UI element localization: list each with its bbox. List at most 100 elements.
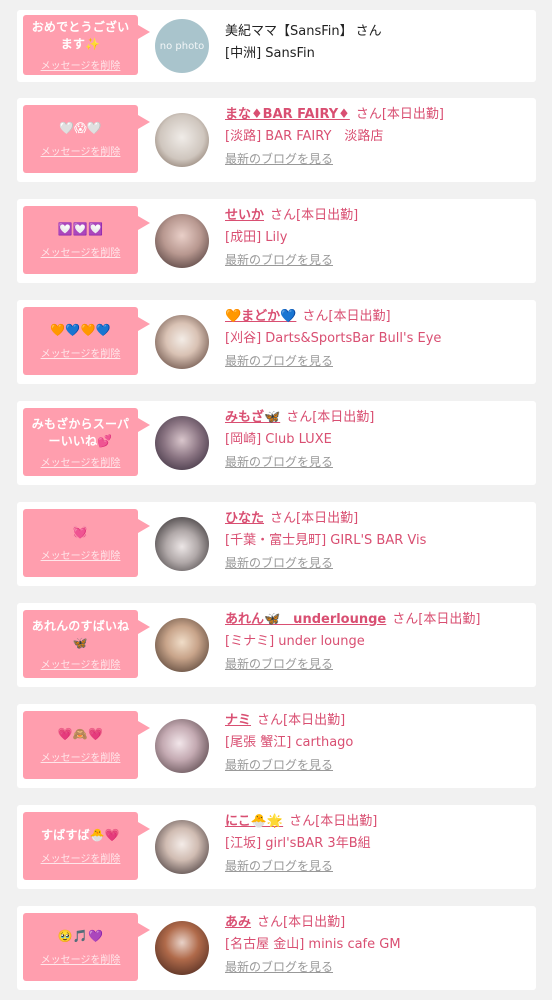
shop-label: [岡崎] Club LUXE [225, 432, 332, 447]
message-bubble: 💓 メッセージを削除 [23, 509, 150, 577]
message-bubble: 💟💟💟 メッセージを削除 [23, 206, 150, 274]
avatar[interactable] [155, 113, 209, 167]
delete-message-link[interactable]: メッセージを削除 [41, 850, 121, 865]
list-item: すばすば🐣💗 メッセージを削除 にこ🐣🌟 さん[本日出勤] [江坂] girl'… [17, 805, 536, 889]
shop-label: [淡路] BAR FAIRY 淡路店 [225, 129, 384, 144]
delete-message-link[interactable]: メッセージを削除 [41, 345, 121, 360]
list-item: みもざからスーパーいいね💕 メッセージを削除 みもざ🦋 さん[本日出勤] [岡崎… [17, 401, 536, 485]
cast-name-link[interactable]: まな♦BAR FAIRY♦ [225, 106, 350, 124]
delete-message-link[interactable]: メッセージを削除 [41, 143, 121, 158]
message-text: 🤍😱🤍 [59, 121, 102, 135]
honorific: さん[本日出勤] [257, 915, 346, 930]
delete-message-link[interactable]: メッセージを削除 [41, 547, 121, 562]
message-bubble: あれんのすばいね🦋 メッセージを削除 [23, 610, 150, 678]
message-text: 🧡💙🧡💙 [50, 323, 111, 337]
shop-label: [刈谷] Darts&SportsBar Bull's Eye [225, 331, 442, 346]
cast-info: まな♦BAR FAIRY♦ さん[本日出勤] [淡路] BAR FAIRY 淡路… [225, 106, 528, 168]
name-line: ひなた さん[本日出勤] [225, 510, 528, 528]
latest-blog-link[interactable]: 最新のブログを見る [225, 756, 333, 774]
name-line: 🧡まどか💙 さん[本日出勤] [225, 308, 528, 326]
avatar[interactable]: no photo [155, 19, 209, 73]
latest-blog-link[interactable]: 最新のブログを見る [225, 453, 333, 471]
latest-blog-link[interactable]: 最新のブログを見る [225, 655, 333, 673]
shop-label: [ミナミ] under lounge [225, 634, 365, 649]
honorific: さん[本日出勤] [286, 410, 375, 425]
cast-info: ひなた さん[本日出勤] [千葉・富士見町] GIRL'S BAR Vis 最新… [225, 510, 528, 572]
avatar[interactable] [155, 719, 209, 773]
list-item: 💗🙈💗 メッセージを削除 ナミ さん[本日出勤] [尾張 蟹江] carthag… [17, 704, 536, 788]
name-line: にこ🐣🌟 さん[本日出勤] [225, 813, 528, 831]
avatar[interactable] [155, 214, 209, 268]
delete-message-link[interactable]: メッセージを削除 [41, 57, 121, 72]
shop-label: [江坂] girl'sBAR 3年B組 [225, 836, 371, 851]
latest-blog-link[interactable]: 最新のブログを見る [225, 958, 333, 976]
honorific: さん[本日出勤] [392, 612, 481, 627]
message-text: みもざからスーパーいいね💕 [31, 416, 130, 448]
latest-blog-link[interactable]: 最新のブログを見る [225, 251, 333, 269]
cast-info: あみ さん[本日出勤] [名古屋 金山] minis cafe GM 最新のブロ… [225, 914, 528, 976]
cast-info: あれん🦋 underlounge さん[本日出勤] [ミナミ] under lo… [225, 611, 528, 673]
message-bubble: すばすば🐣💗 メッセージを削除 [23, 812, 150, 880]
avatar[interactable] [155, 921, 209, 975]
list-item: 🧡💙🧡💙 メッセージを削除 🧡まどか💙 さん[本日出勤] [刈谷] Darts&… [17, 300, 536, 384]
latest-blog-link[interactable]: 最新のブログを見る [225, 857, 333, 875]
shop-label: [中洲] SansFin [225, 46, 315, 61]
delete-message-link[interactable]: メッセージを削除 [41, 244, 121, 259]
name-line: みもざ🦋 さん[本日出勤] [225, 409, 528, 427]
latest-blog-link[interactable]: 最新のブログを見る [225, 150, 333, 168]
avatar-placeholder-text: no photo [159, 40, 205, 52]
cast-info: 美紀ママ【SansFin】 さん [中洲] SansFin [225, 23, 528, 63]
delete-message-link[interactable]: メッセージを削除 [41, 749, 121, 764]
cast-info: 🧡まどか💙 さん[本日出勤] [刈谷] Darts&SportsBar Bull… [225, 308, 528, 370]
message-text: 💟💟💟 [57, 222, 104, 236]
message-bubble: 🥹🎵💜 メッセージを削除 [23, 913, 150, 981]
shop-label: [成田] Lily [225, 230, 288, 245]
list-item: 🤍😱🤍 メッセージを削除 まな♦BAR FAIRY♦ さん[本日出勤] [淡路]… [17, 98, 536, 182]
latest-blog-link[interactable]: 最新のブログを見る [225, 554, 333, 572]
name-line: ナミ さん[本日出勤] [225, 712, 528, 730]
cast-name: 美紀ママ【SansFin】 [225, 24, 353, 39]
delete-message-link[interactable]: メッセージを削除 [41, 951, 121, 966]
list-item: 💓 メッセージを削除 ひなた さん[本日出勤] [千葉・富士見町] GIRL'S… [17, 502, 536, 586]
avatar[interactable] [155, 416, 209, 470]
cast-name-link[interactable]: あみ [225, 914, 251, 932]
avatar[interactable] [155, 517, 209, 571]
shop-label: [名古屋 金山] minis cafe GM [225, 937, 401, 952]
honorific: さん[本日出勤] [257, 713, 346, 728]
message-bubble: 💗🙈💗 メッセージを削除 [23, 711, 150, 779]
cast-info: ナミ さん[本日出勤] [尾張 蟹江] carthago 最新のブログを見る [225, 712, 528, 774]
message-bubble: 🧡💙🧡💙 メッセージを削除 [23, 307, 150, 375]
avatar[interactable] [155, 315, 209, 369]
cast-name-link[interactable]: みもざ🦋 [225, 409, 280, 427]
message-text: 🥹🎵💜 [57, 929, 104, 943]
avatar[interactable] [155, 618, 209, 672]
cast-name-link[interactable]: あれん🦋 underlounge [225, 611, 386, 629]
list-item: あれんのすばいね🦋 メッセージを削除 あれん🦋 underlounge さん[本… [17, 603, 536, 687]
cast-name-link[interactable]: せいか [225, 207, 264, 225]
cast-name-link[interactable]: にこ🐣🌟 [225, 813, 283, 831]
delete-message-link[interactable]: メッセージを削除 [41, 454, 121, 469]
message-bubble: みもざからスーパーいいね💕 メッセージを削除 [23, 408, 150, 476]
list-item: 💟💟💟 メッセージを削除 せいか さん[本日出勤] [成田] Lily 最新のブ… [17, 199, 536, 283]
honorific: さん[本日出勤] [289, 814, 378, 829]
message-text: すばすば🐣💗 [40, 828, 121, 842]
cast-name-link[interactable]: 🧡まどか💙 [225, 308, 296, 326]
message-bubble: おめでとうございます✨ メッセージを削除 [23, 15, 150, 75]
shop-label: [千葉・富士見町] GIRL'S BAR Vis [225, 533, 427, 548]
delete-message-link[interactable]: メッセージを削除 [41, 656, 121, 671]
list-item: 🥹🎵💜 メッセージを削除 あみ さん[本日出勤] [名古屋 金山] minis … [17, 906, 536, 990]
name-line: せいか さん[本日出勤] [225, 207, 528, 225]
honorific: さん[本日出勤] [270, 208, 359, 223]
name-line: あみ さん[本日出勤] [225, 914, 528, 932]
cast-info: にこ🐣🌟 さん[本日出勤] [江坂] girl'sBAR 3年B組 最新のブログ… [225, 813, 528, 875]
latest-blog-link[interactable]: 最新のブログを見る [225, 352, 333, 370]
cast-name-link[interactable]: ひなた [225, 510, 264, 528]
honorific: さん[本日出勤] [355, 107, 444, 122]
cast-name-link[interactable]: ナミ [225, 712, 251, 730]
message-text: おめでとうございます✨ [31, 19, 130, 51]
honorific: さん[本日出勤] [270, 511, 359, 526]
cast-info: せいか さん[本日出勤] [成田] Lily 最新のブログを見る [225, 207, 528, 269]
avatar[interactable] [155, 820, 209, 874]
shop-label: [尾張 蟹江] carthago [225, 735, 354, 750]
message-text: 💓 [72, 525, 89, 539]
